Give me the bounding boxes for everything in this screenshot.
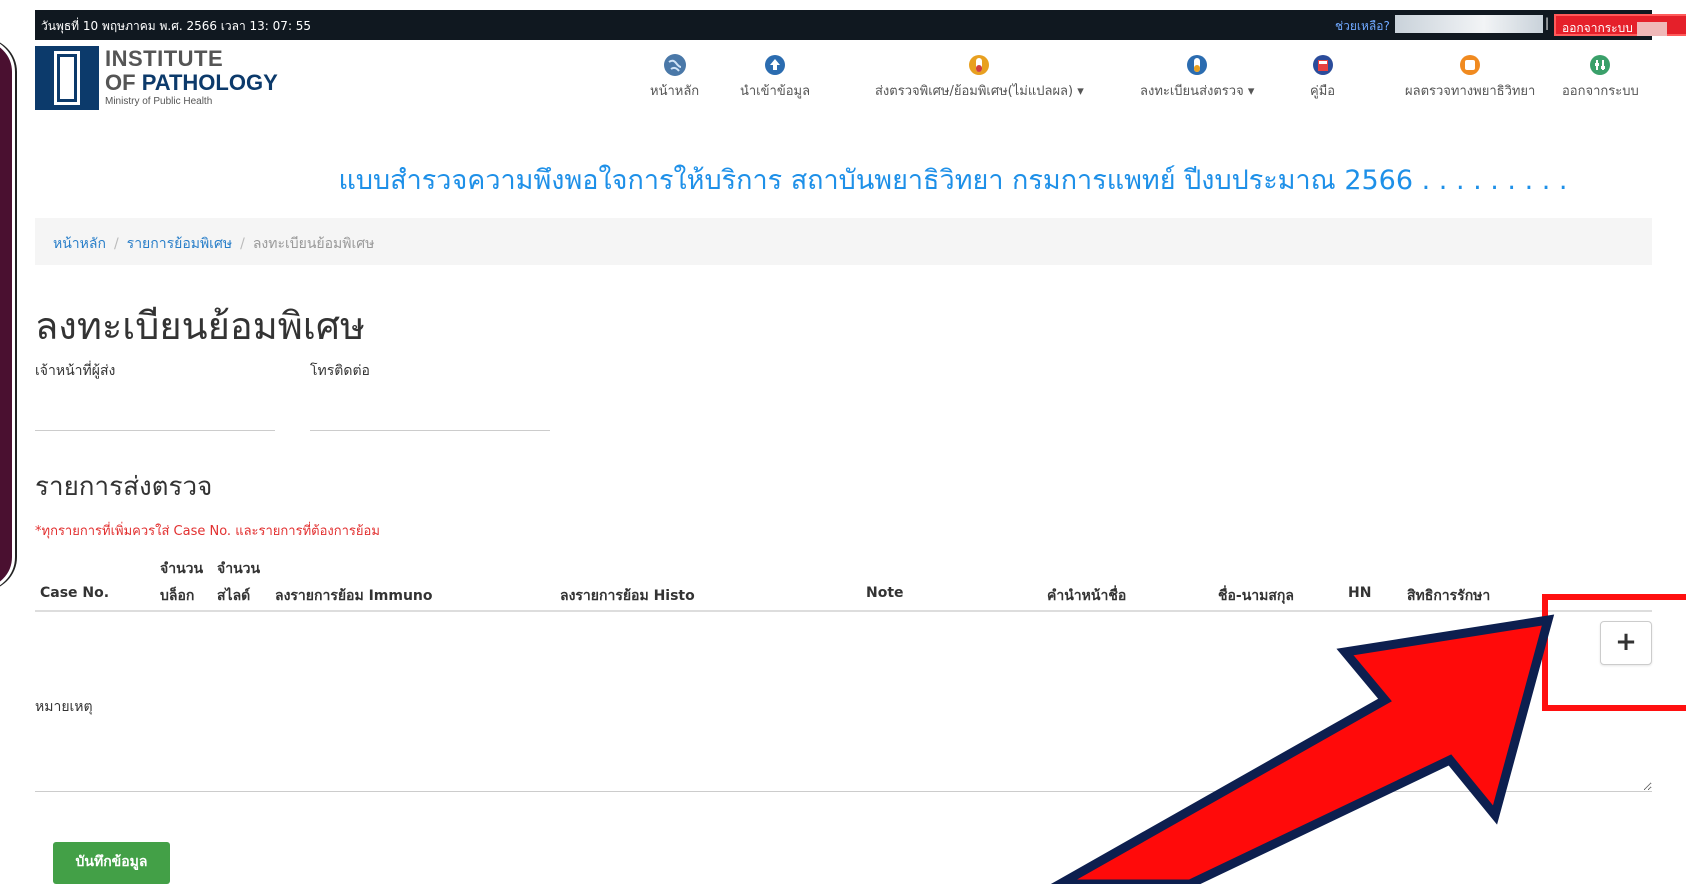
upload-icon xyxy=(764,54,786,76)
globe-icon xyxy=(663,54,686,76)
sender-input[interactable] xyxy=(35,430,275,431)
sender-label: เจ้าหน้าที่ผู้ส่ง xyxy=(35,363,116,379)
remark-label: หมายเหตุ xyxy=(35,699,93,715)
phone-label: โทรติดต่อ xyxy=(310,363,370,379)
report-icon xyxy=(1459,54,1481,76)
phone-input[interactable] xyxy=(310,430,550,431)
nav-pathology-results-label: ผลตรวจทางพยาธิวิทยา xyxy=(1405,84,1536,99)
nav-manual[interactable]: คู่มือ xyxy=(1310,54,1335,101)
user-name-redacted xyxy=(1395,15,1543,33)
section-title: รายการส่งตรวจ xyxy=(35,472,213,502)
breadcrumb-separator: / xyxy=(240,236,245,252)
col-histo: ลงรายการย้อม Histo xyxy=(560,588,695,604)
logo-pathology: PATHOLOGY xyxy=(141,70,278,95)
logo-line1: INSTITUTE xyxy=(105,46,224,71)
tube-icon xyxy=(968,54,990,76)
logo-of: OF xyxy=(105,70,136,95)
nav-import[interactable]: นำเข้าข้อมูล xyxy=(740,54,810,101)
col-slide-count-bottom: สไลด์ xyxy=(217,588,251,604)
nav-special-send-label: ส่งตรวจพิเศษ/ย้อมพิเศษ(ไม่แปลผล) ▾ xyxy=(875,84,1084,99)
col-block-count-top: จำนวน xyxy=(160,561,204,577)
breadcrumb-special-list[interactable]: รายการย้อมพิเศษ xyxy=(127,236,232,252)
warning-note: *ทุกรายการที่เพิ่มควรใส่ Case No. และราย… xyxy=(35,524,380,539)
nav-home-label: หน้าหลัก xyxy=(650,84,700,99)
col-slide-count-top: จำนวน xyxy=(217,561,261,577)
nav-special-send[interactable]: ส่งตรวจพิเศษ/ย้อมพิเศษ(ไม่แปลผล) ▾ xyxy=(875,54,1084,101)
breadcrumb-current: ลงทะเบียนย้อมพิเศษ xyxy=(252,236,375,252)
col-immuno: ลงรายการย้อม Immuno xyxy=(275,588,433,604)
left-side-panel xyxy=(0,38,15,591)
col-hn: HN xyxy=(1348,585,1372,601)
page-title: ลงทะเบียนย้อมพิเศษ xyxy=(35,304,365,348)
redacted-block xyxy=(1636,21,1667,36)
logo-line2: OF PATHOLOGY xyxy=(105,70,278,96)
datetime-text: วันพุธที่ 10 พฤษภาคม พ.ศ. 2566 เวลา 13: … xyxy=(41,19,312,33)
col-note: Note xyxy=(866,585,904,601)
pointer-arrow-icon xyxy=(1050,614,1555,884)
logo-pillar xyxy=(54,51,80,105)
site-header: INSTITUTE OF PATHOLOGY Ministry of Publi… xyxy=(35,40,1652,115)
breadcrumb: หน้าหลัก / รายการย้อมพิเศษ / ลงทะเบียนย้อมพิ… xyxy=(35,218,1652,265)
nav-home[interactable]: หน้าหลัก xyxy=(650,54,699,101)
col-block-count-bottom: บล็อก xyxy=(160,588,195,604)
settings-icon xyxy=(1589,54,1611,76)
save-button[interactable]: บันทึกข้อมูล xyxy=(53,842,170,884)
separator: | xyxy=(1545,16,1550,30)
nav-manual-label: คู่มือ xyxy=(1310,84,1336,99)
nav-logout-label: ออกจากระบบ xyxy=(1562,84,1639,99)
nav-register-send[interactable]: ลงทะเบียนส่งตรวจ ▾ xyxy=(1140,54,1254,101)
nav-pathology-results[interactable]: ผลตรวจทางพยาธิวิทยา xyxy=(1405,54,1535,101)
breadcrumb-home[interactable]: หน้าหลัก xyxy=(53,236,106,252)
nav-logout[interactable]: ออกจากระบบ xyxy=(1562,54,1639,101)
breadcrumb-separator: / xyxy=(113,236,119,252)
book-icon xyxy=(1312,54,1334,76)
survey-link-title[interactable]: แบบสำรวจความพึงพอใจการให้บริการ สถาบันพย… xyxy=(0,158,1686,201)
logout-top-button[interactable]: ออกจากระบบ xyxy=(1554,14,1686,36)
institute-logo-icon[interactable] xyxy=(35,46,99,110)
logout-top-label: ออกจากระบบ xyxy=(1562,21,1633,35)
help-link[interactable]: ช่วยเหลือ? xyxy=(1335,17,1390,36)
top-status-bar: วันพุธที่ 10 พฤษภาคม พ.ศ. 2566 เวลา 13: … xyxy=(35,10,1686,40)
logo-line3: Ministry of Public Health xyxy=(105,96,213,107)
col-case-no: Case No. xyxy=(40,585,110,601)
nav-register-send-label: ลงทะเบียนส่งตรวจ ▾ xyxy=(1140,84,1255,99)
nav-import-label: นำเข้าข้อมูล xyxy=(740,84,811,99)
tube-icon xyxy=(1186,54,1208,76)
